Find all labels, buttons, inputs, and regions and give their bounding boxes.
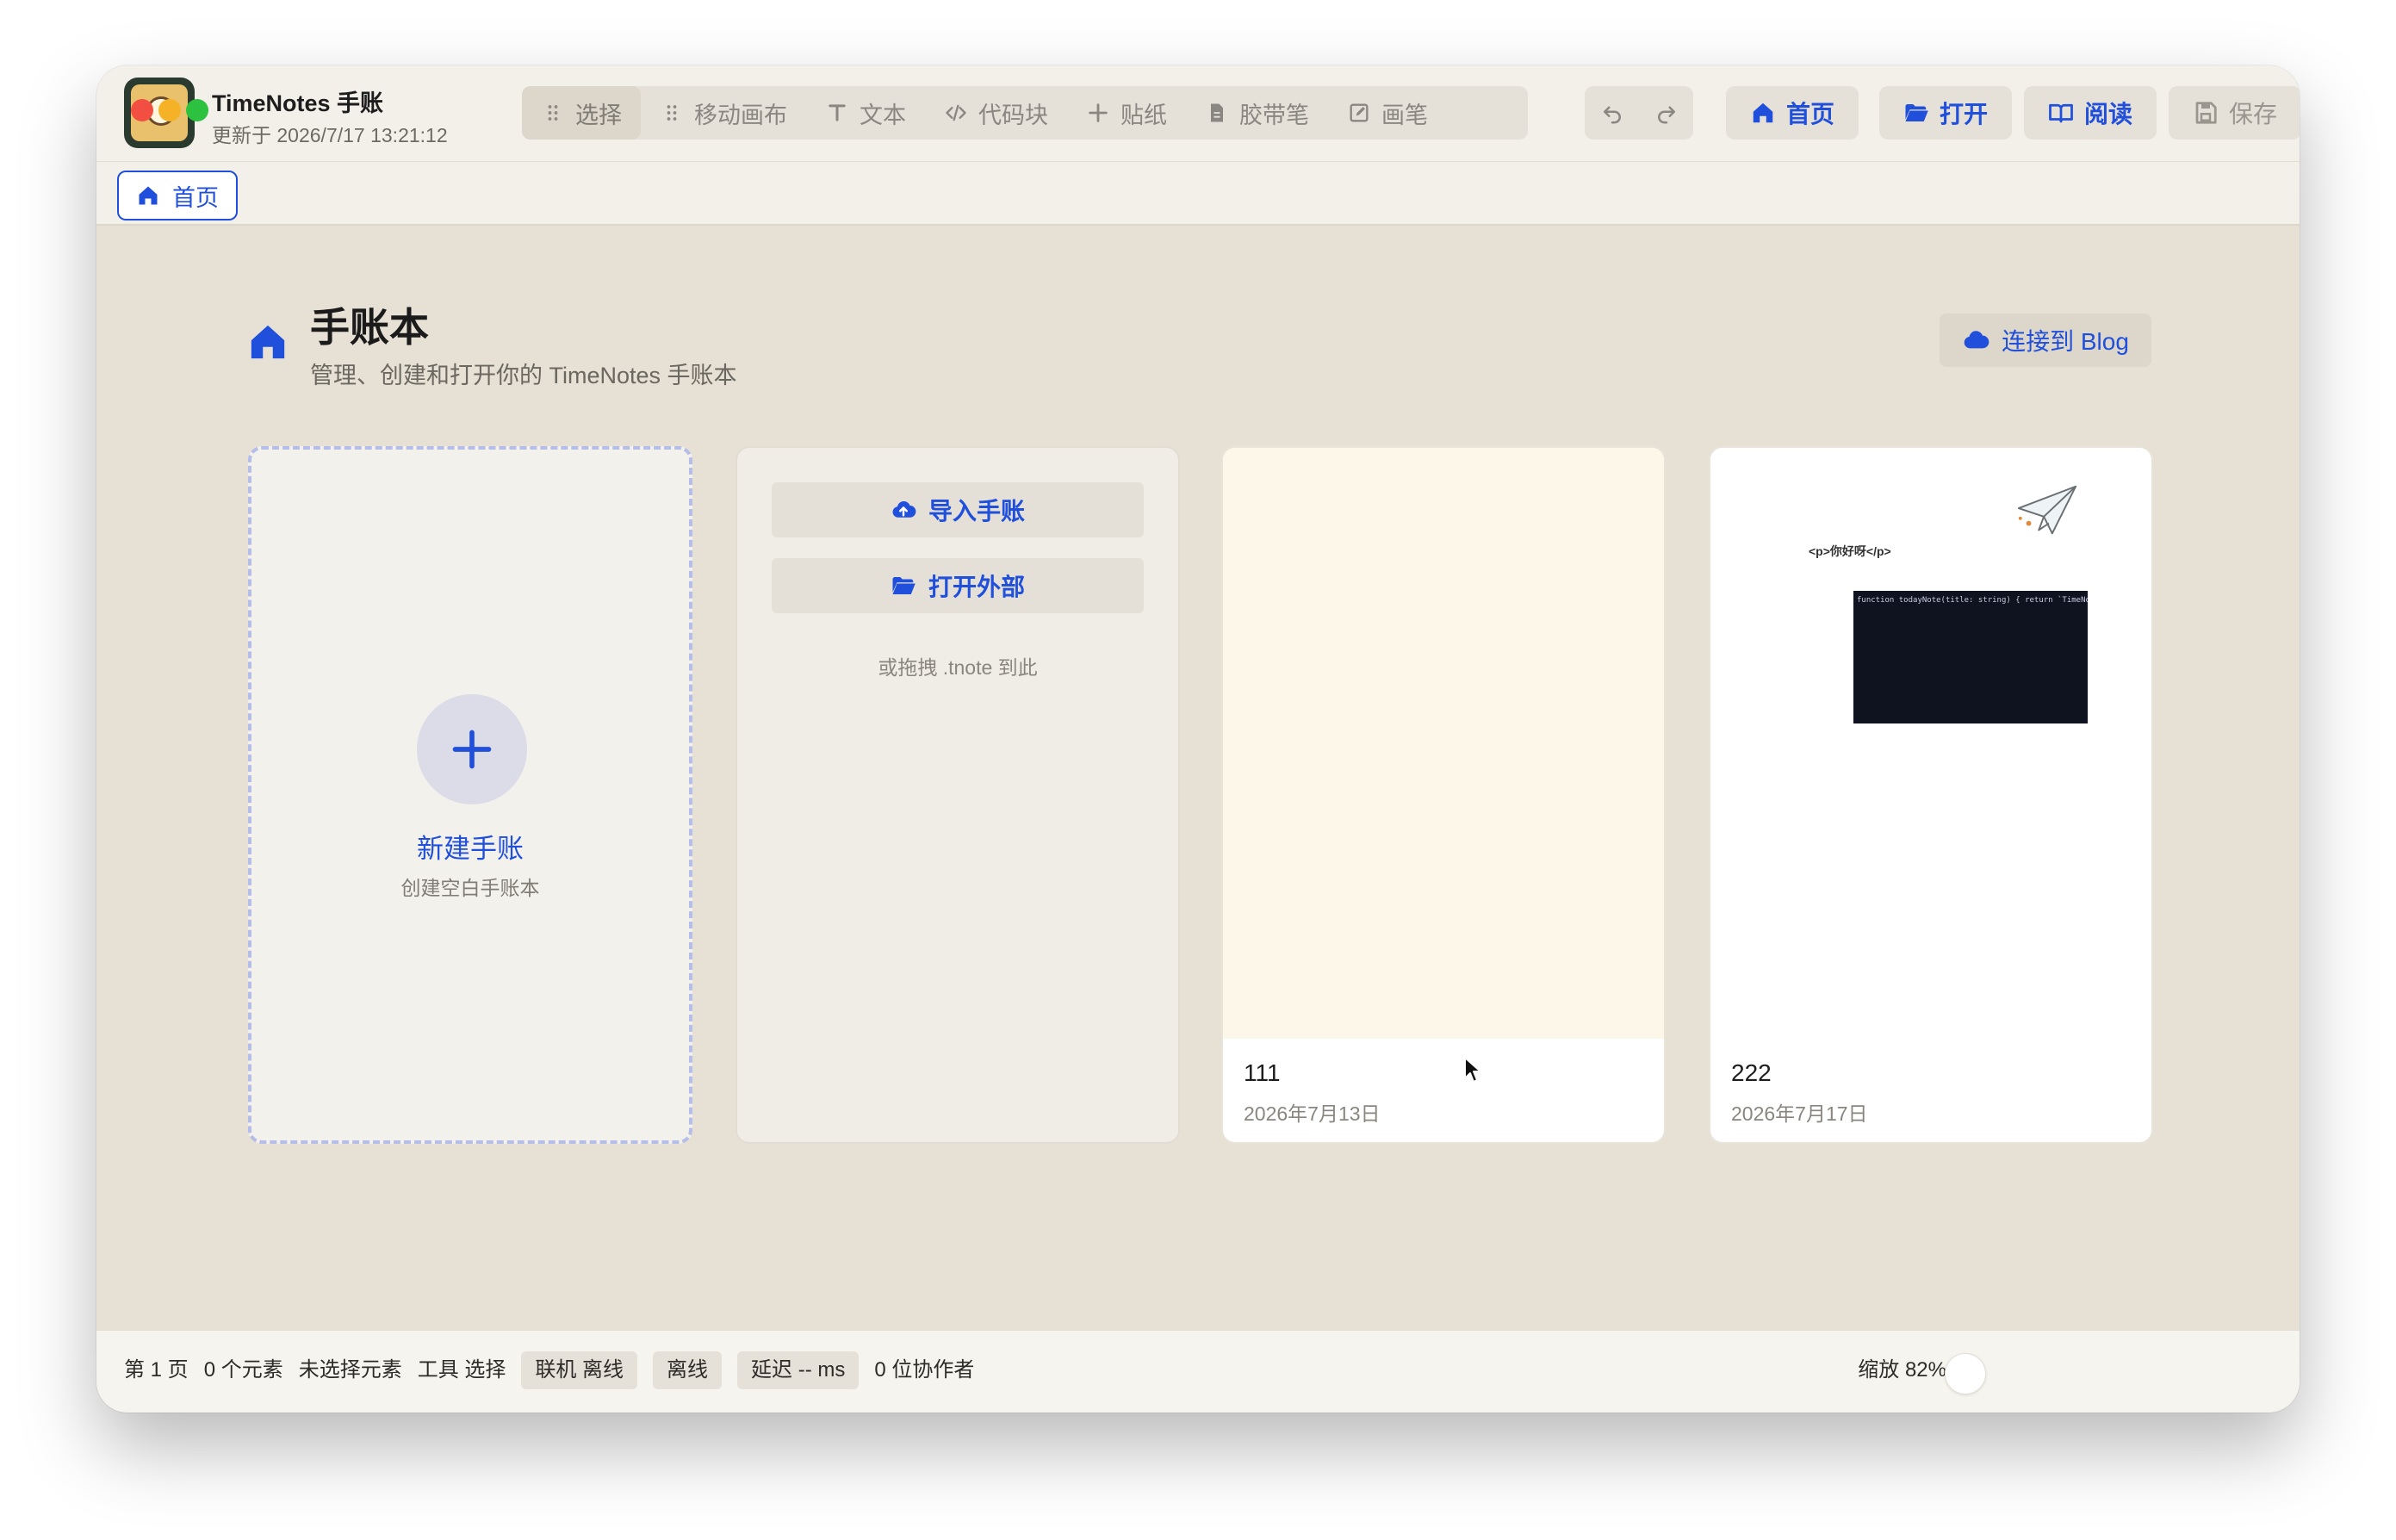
tool-label: 选择 bbox=[575, 102, 622, 128]
status-selection: 未选择元素 bbox=[298, 1358, 402, 1382]
read-button-label: 阅读 bbox=[2083, 101, 2132, 127]
tool-code[interactable]: 代码块 bbox=[925, 86, 1067, 140]
code-icon bbox=[946, 104, 966, 121]
tool-label: 代码块 bbox=[978, 102, 1048, 128]
close-window-button[interactable] bbox=[131, 99, 153, 121]
folder-open-icon bbox=[892, 577, 916, 594]
tool-pan[interactable]: 移动画布 bbox=[641, 86, 806, 140]
plus-icon bbox=[1089, 103, 1108, 122]
plus-icon bbox=[452, 730, 492, 769]
add-circle bbox=[417, 694, 527, 804]
notebook-date: 2026年7月17日 bbox=[1731, 1102, 1868, 1125]
app-window: TimeNotes 手账 更新于 2026/7/17 13:21:12 选择 移… bbox=[96, 65, 2300, 1413]
page-title: 手账本 bbox=[310, 305, 429, 350]
tool-tape[interactable]: 胶带笔 bbox=[1186, 86, 1328, 140]
status-page: 第 1 页 bbox=[124, 1358, 189, 1382]
grip-icon bbox=[667, 105, 677, 121]
notebook-card[interactable]: 111 2026年7月13日 bbox=[1221, 446, 1666, 1144]
page-description: 管理、创建和打开你的 TimeNotes 手账本 bbox=[310, 363, 737, 388]
home-button-label: 首页 bbox=[1785, 101, 1834, 127]
paper-plane-sticker-icon bbox=[2017, 485, 2077, 535]
notebook-name: 111 bbox=[1244, 1059, 1281, 1086]
tool-label: 移动画布 bbox=[694, 102, 787, 128]
status-bar: 第 1 页 0 个元素 未选择元素 工具 选择 联机 离线 离线 延迟 -- m… bbox=[96, 1330, 2300, 1413]
save-icon bbox=[2195, 102, 2217, 124]
import-card[interactable]: 导入手账 打开外部 或拖拽 .tnote 到此 bbox=[736, 446, 1180, 1144]
new-notebook-card[interactable]: 新建手账 创建空白手账本 bbox=[248, 446, 692, 1144]
app-title: TimeNotes 手账 bbox=[212, 90, 384, 116]
notebook-preview bbox=[1223, 448, 1664, 1039]
open-button[interactable]: 打开 bbox=[1879, 86, 2012, 140]
preview-html-text: <p>你好呀</p> bbox=[1809, 544, 1891, 558]
notebook-preview: <p>你好呀</p> function todayNote(title: str… bbox=[1710, 448, 2151, 1039]
grip-icon bbox=[548, 105, 558, 121]
window-controls bbox=[131, 99, 208, 121]
tab-home[interactable]: 首页 bbox=[117, 171, 238, 220]
status-latency: 延迟 -- ms bbox=[737, 1351, 860, 1389]
import-notebook-label: 导入手账 bbox=[928, 498, 1025, 525]
cloud-icon bbox=[1964, 331, 1989, 349]
text-icon bbox=[829, 104, 846, 121]
file-icon bbox=[1211, 103, 1223, 122]
minimize-window-button[interactable] bbox=[158, 99, 181, 121]
open-button-label: 打开 bbox=[1939, 101, 1988, 127]
tab-label: 首页 bbox=[172, 184, 219, 211]
title-bar: TimeNotes 手账 更新于 2026/7/17 13:21:12 选择 移… bbox=[96, 65, 2300, 162]
maximize-window-button[interactable] bbox=[186, 99, 208, 121]
notebook-card[interactable]: <p>你好呀</p> function todayNote(title: str… bbox=[1709, 446, 2153, 1144]
tool-label: 胶带笔 bbox=[1239, 102, 1309, 128]
folder-open-icon bbox=[1905, 104, 1928, 121]
open-external-label: 打开外部 bbox=[928, 574, 1025, 600]
mouse-cursor-icon bbox=[1464, 1057, 1481, 1083]
home-icon bbox=[139, 186, 158, 205]
tool-brush[interactable]: 画笔 bbox=[1328, 86, 1447, 140]
status-elements: 0 个元素 bbox=[203, 1358, 283, 1382]
drop-hint: 或拖拽 .tnote 到此 bbox=[878, 656, 1038, 679]
connect-blog-label: 连接到 Blog bbox=[2002, 328, 2129, 355]
read-button[interactable]: 阅读 bbox=[2024, 86, 2157, 140]
open-external-button[interactable]: 打开外部 bbox=[772, 558, 1144, 613]
book-open-icon bbox=[2049, 103, 2073, 123]
preview-code-block: function todayNote(title: string) { retu… bbox=[1853, 591, 2088, 723]
connect-blog-button[interactable]: 连接到 Blog bbox=[1940, 314, 2151, 367]
new-notebook-sub: 创建空白手账本 bbox=[400, 877, 540, 899]
home-icon bbox=[1753, 102, 1773, 123]
notebook-date: 2026年7月13日 bbox=[1244, 1102, 1381, 1125]
import-notebook-button[interactable]: 导入手账 bbox=[772, 482, 1144, 537]
status-offline: 离线 bbox=[653, 1351, 723, 1389]
tool-label: 贴纸 bbox=[1120, 102, 1167, 128]
save-button[interactable]: 保存 bbox=[2169, 86, 2300, 140]
home-button[interactable]: 首页 bbox=[1726, 86, 1859, 140]
tool-label: 文本 bbox=[860, 102, 906, 128]
zoom-toggle[interactable] bbox=[1945, 1353, 1986, 1394]
notebook-name: 222 bbox=[1731, 1059, 1772, 1086]
last-updated: 更新于 2026/7/17 13:21:12 bbox=[212, 124, 448, 146]
home-icon bbox=[251, 325, 285, 359]
tool-label: 画笔 bbox=[1381, 102, 1428, 128]
tool-text[interactable]: 文本 bbox=[806, 86, 925, 140]
history-group bbox=[1585, 86, 1693, 140]
status-online: 联机 离线 bbox=[521, 1351, 638, 1389]
status-collaborators: 0 位协作者 bbox=[874, 1358, 975, 1382]
tool-group: 选择 移动画布 文本 代码块 贴纸 胶带笔 画笔 bbox=[522, 86, 1528, 140]
save-button-label: 保存 bbox=[2228, 101, 2277, 127]
cloud-upload-icon bbox=[892, 500, 916, 518]
tool-sticker[interactable]: 贴纸 bbox=[1067, 86, 1186, 140]
tab-strip: 首页 bbox=[96, 162, 2300, 226]
edit-icon bbox=[1350, 103, 1369, 122]
tool-select[interactable]: 选择 bbox=[522, 86, 641, 140]
status-tool: 工具 选择 bbox=[417, 1358, 506, 1382]
redo-icon[interactable] bbox=[1654, 100, 1679, 126]
zoom-level: 缩放 82% bbox=[1858, 1358, 1946, 1382]
new-notebook-label: 新建手账 bbox=[417, 834, 524, 864]
undo-icon[interactable] bbox=[1599, 100, 1625, 126]
